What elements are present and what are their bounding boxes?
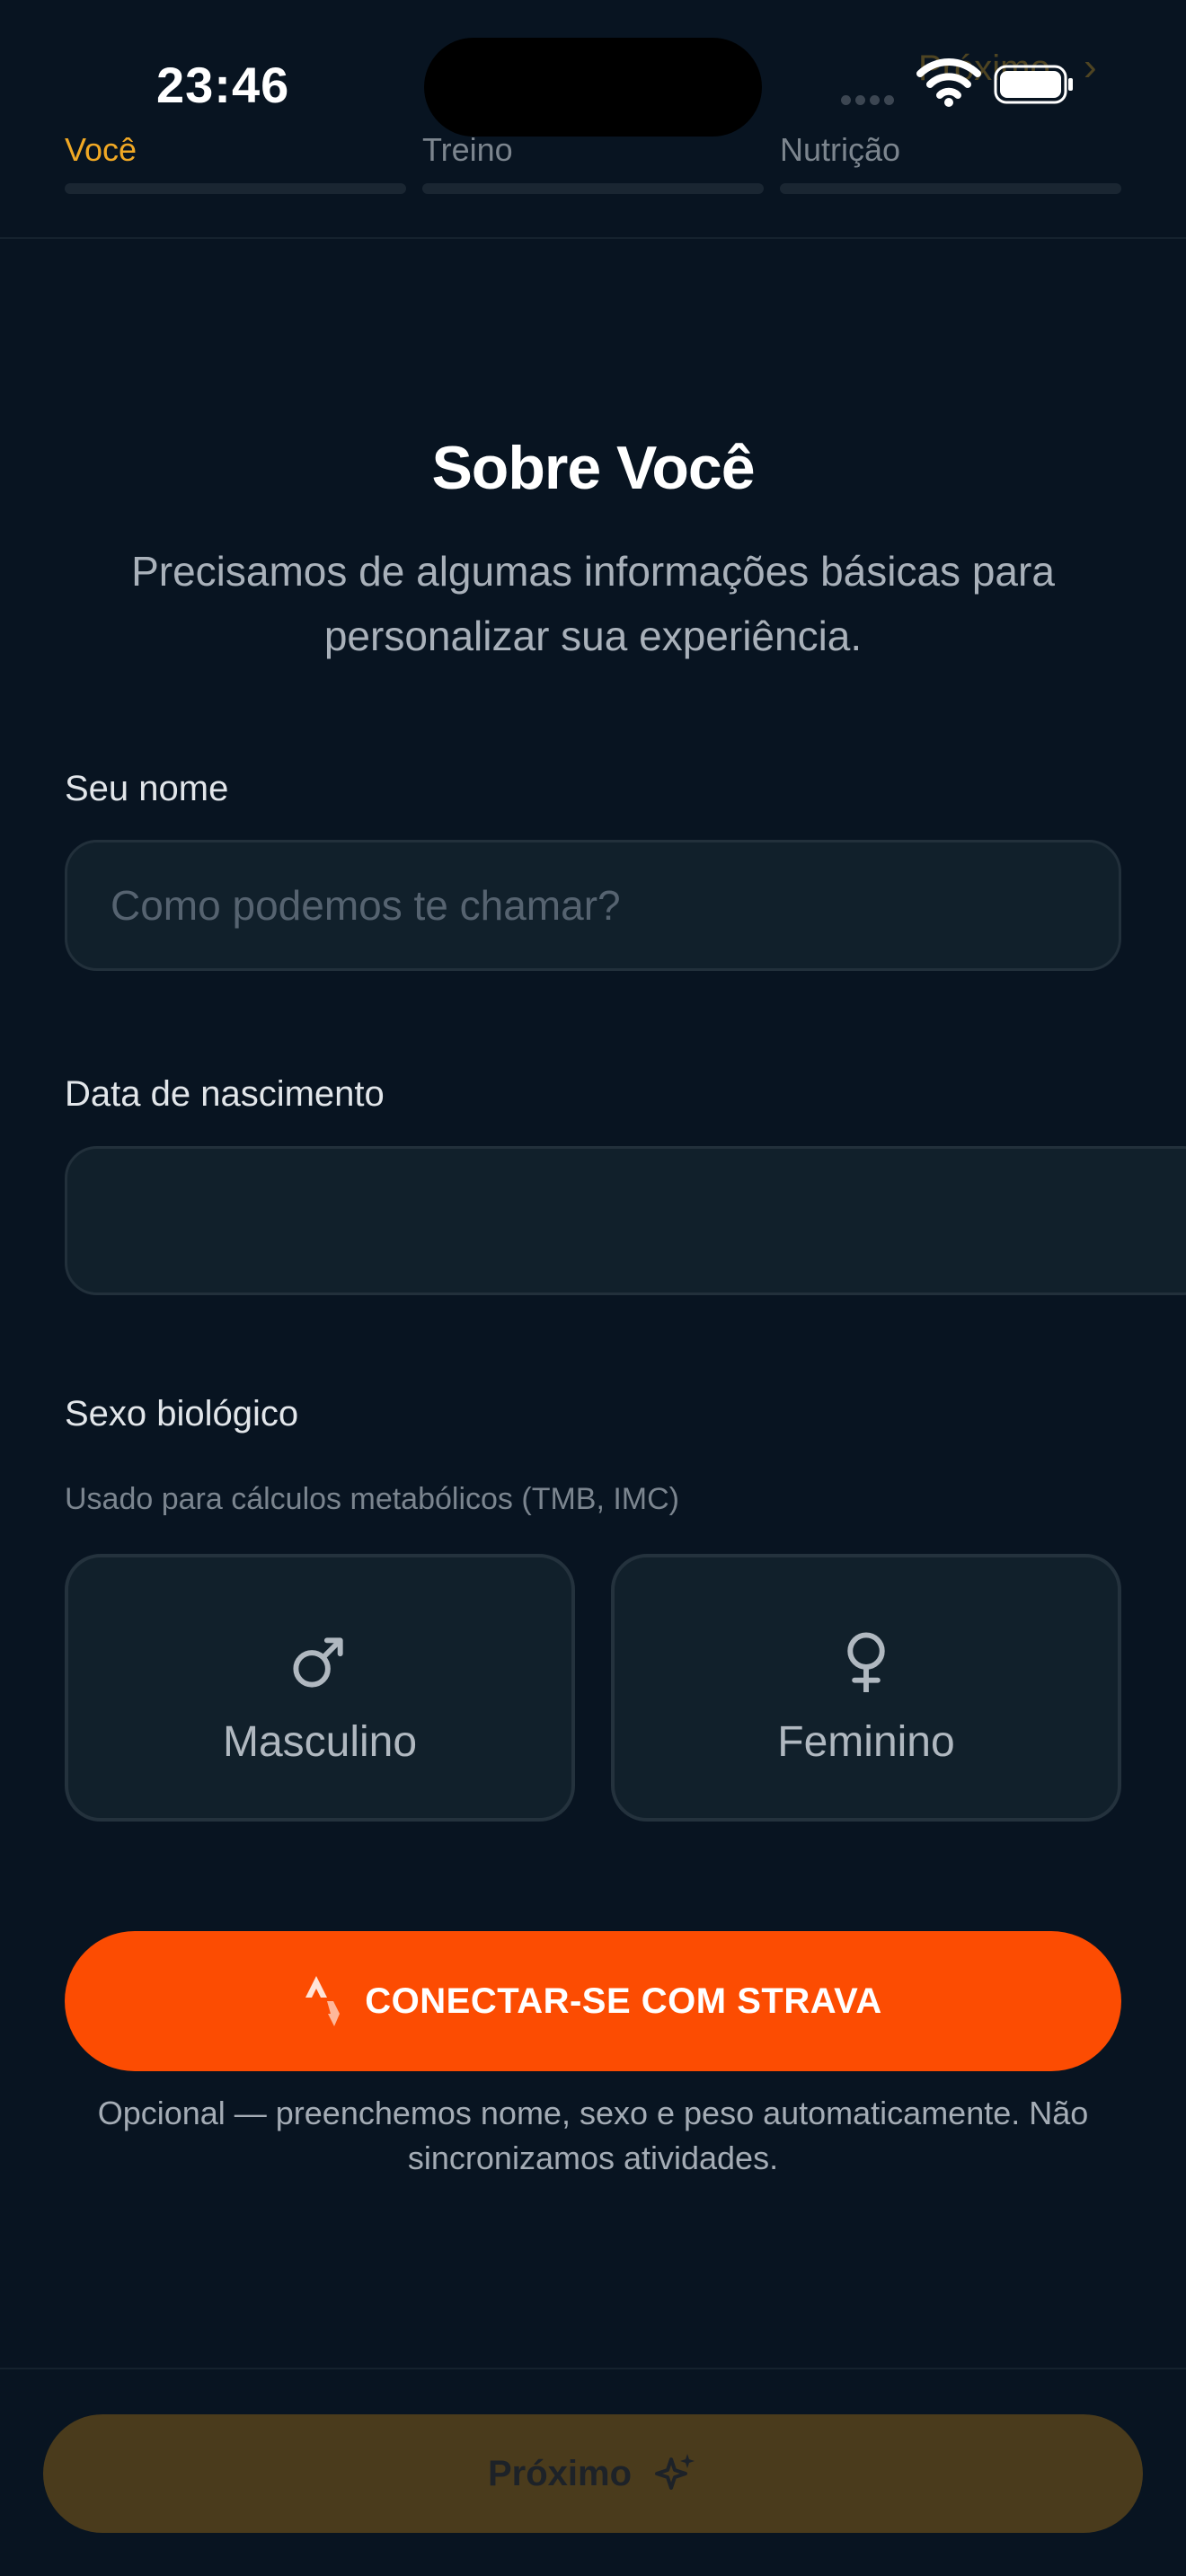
strava-note: Opcional — preenchemos nome, sexo e peso… [97,2095,1089,2176]
sparkles-icon [655,2454,695,2490]
connect-strava-label: CONECTAR-SE COM STRAVA [365,1981,882,2021]
female-symbol-icon [847,1632,885,1692]
wifi-icon [916,58,981,107]
footer-divider [0,2368,1186,2369]
page-title: Sobre Você [431,434,755,502]
step-progress-nutricao [780,183,1121,194]
strava-logo-icon [305,1976,341,2026]
header-divider [0,237,1186,239]
chevron-right-icon[interactable]: › [1084,45,1097,90]
sex-option-female[interactable]: Feminino [611,1554,1121,1822]
step-progress-treino [422,183,764,194]
dynamic-island [424,38,762,137]
sex-option-female-label: Feminino [777,1718,955,1766]
next-button-label: Próximo [487,2453,633,2493]
sex-option-male[interactable]: Masculino [65,1554,575,1822]
step-progress-voce [65,183,406,194]
sex-hint: Usado para cálculos metabólicos (TMB, IM… [65,1482,680,1516]
name-label: Seu nome [65,769,229,808]
sex-option-male-label: Masculino [222,1718,418,1766]
cellular-signal-icon [841,93,904,105]
connect-strava-button[interactable]: CONECTAR-SE COM STRAVA [65,1931,1121,2071]
status-time: 23:46 [156,57,290,113]
step-tab-voce[interactable]: Você [65,131,137,169]
next-button[interactable]: Próximo [43,2414,1143,2533]
step-tab-nutricao[interactable]: Nutrição [780,131,900,169]
name-input[interactable] [65,840,1121,971]
step-tab-treino[interactable]: Treino [422,131,513,169]
page-subtitle: Precisamos de algumas informações básica… [131,548,1055,659]
birthdate-field[interactable] [65,1146,1186,1295]
birthdate-label: Data de nascimento [65,1074,385,1114]
male-symbol-icon [293,1637,343,1688]
battery-icon [994,65,1073,104]
sex-label: Sexo biológico [65,1394,299,1434]
